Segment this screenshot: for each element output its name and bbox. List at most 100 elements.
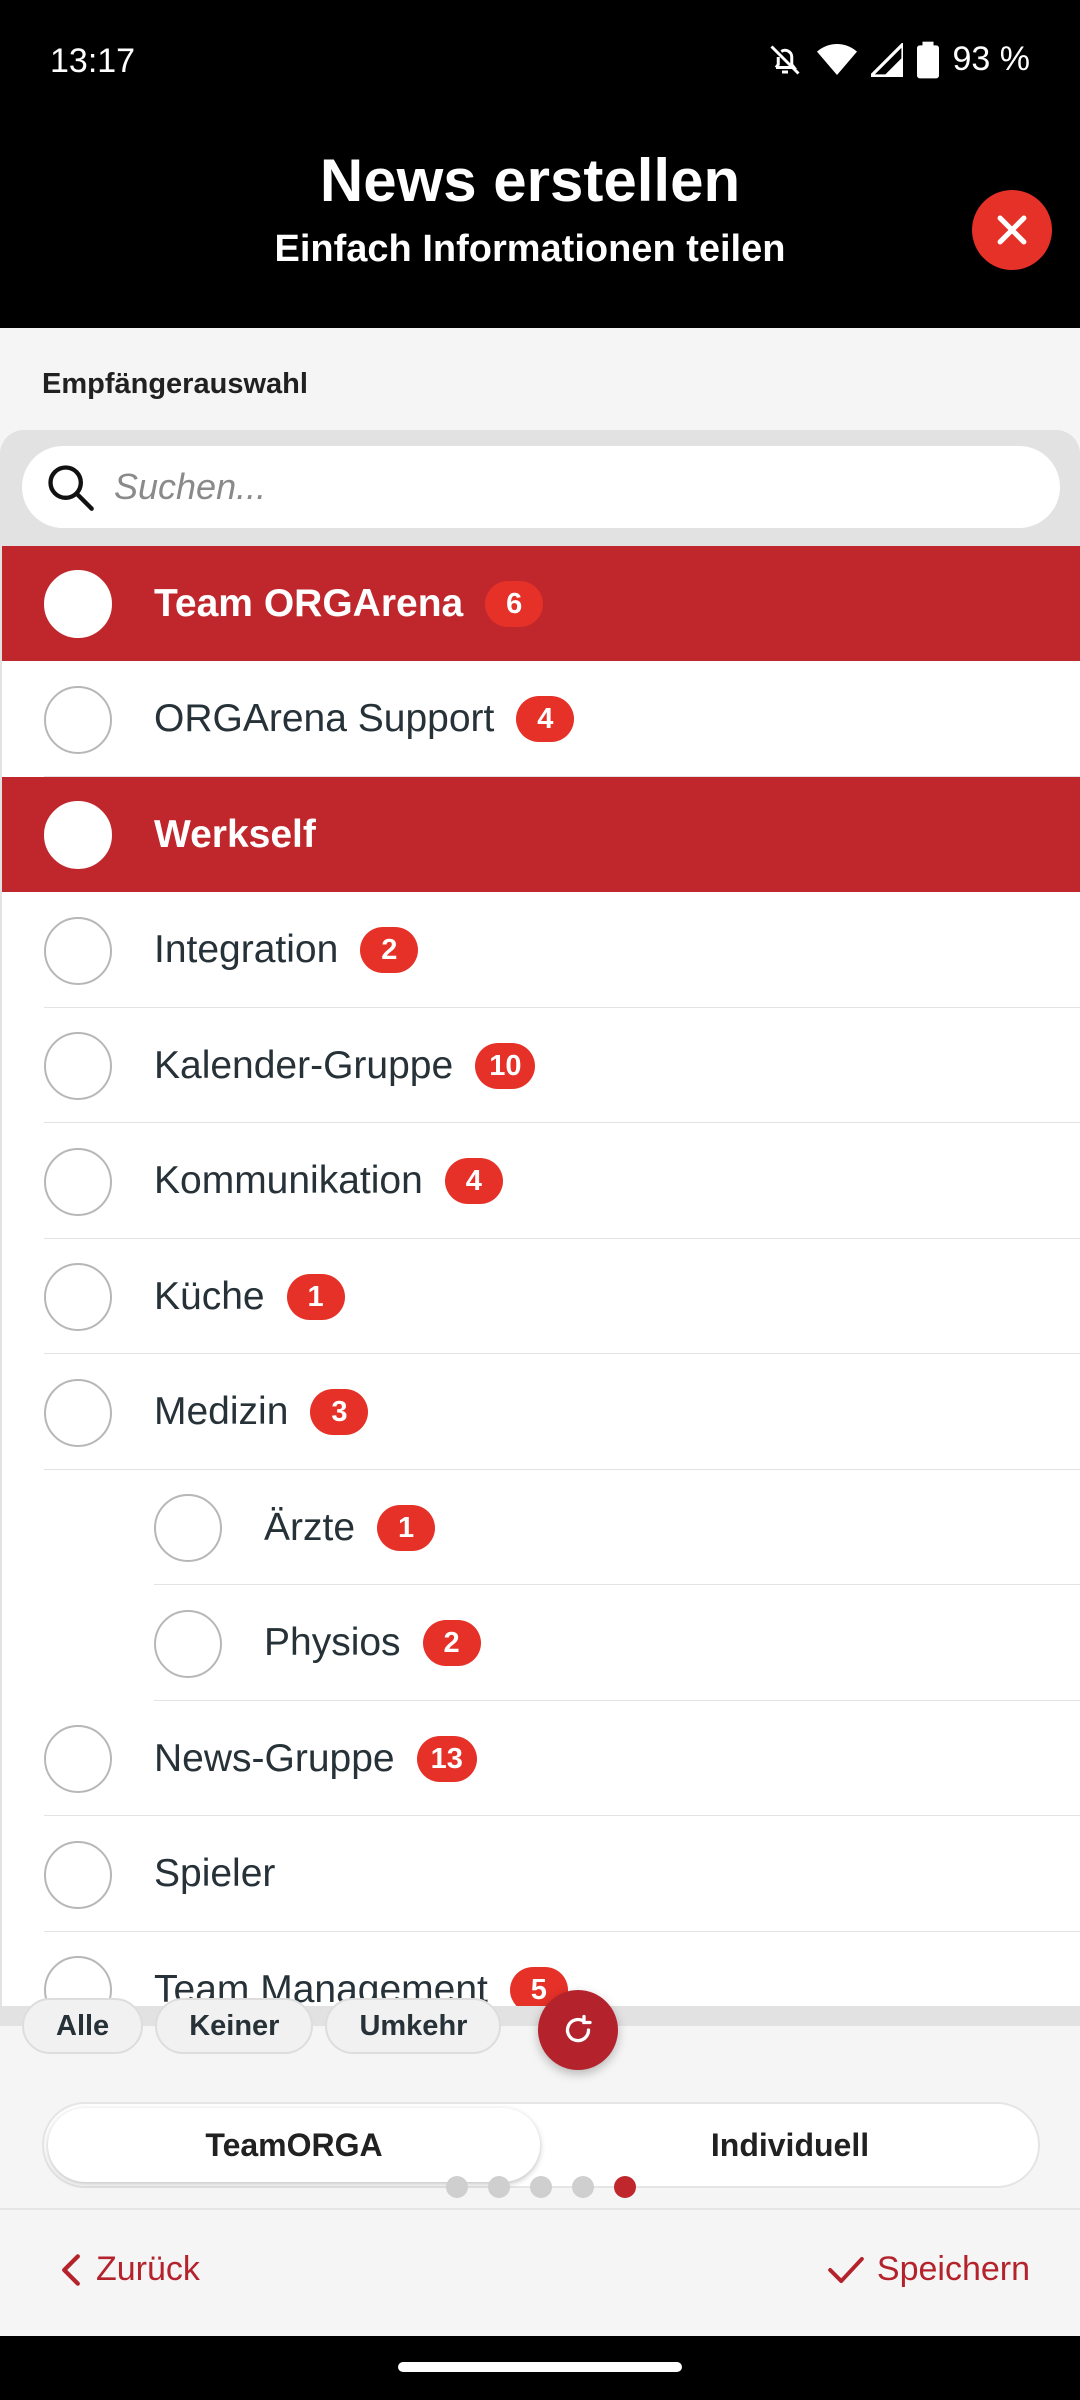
chevron-left-icon <box>62 2253 80 2286</box>
footer-bar: Zurück Speichern <box>0 2208 1080 2336</box>
wifi-icon <box>816 43 857 75</box>
radio-button[interactable] <box>44 1725 112 1793</box>
recipient-name: ORGArena Support <box>154 697 495 740</box>
recipient-row[interactable]: Werkself <box>2 777 1080 892</box>
member-count-badge: 13 <box>416 1735 477 1782</box>
battery-icon <box>916 41 939 78</box>
recipient-row[interactable]: Integration 2 <box>2 893 1080 1008</box>
recipient-panel: Team ORGArena 6 ORGArena Support 4 Werkself I… <box>0 430 1080 2026</box>
recipient-name: Küche <box>154 1274 265 1318</box>
status-bar: 13:17 93 % <box>0 0 1080 130</box>
member-count-badge: 4 <box>444 1158 503 1204</box>
recipient-row[interactable]: Ärzte 1 <box>2 1470 1080 1585</box>
bell-off-icon <box>769 44 800 75</box>
recipient-label: Integration 2 <box>154 893 419 1008</box>
status-icons: 93 % <box>767 40 1031 79</box>
refresh-icon <box>565 2014 592 2043</box>
page-subtitle: Einfach Informationen teilen <box>274 228 786 270</box>
recipient-name: Integration <box>154 928 339 971</box>
select-all-chip[interactable]: Alle <box>22 1998 144 2054</box>
radio-button[interactable] <box>44 801 112 869</box>
back-button[interactable]: Zurück <box>58 2250 200 2289</box>
recipient-list[interactable]: Team ORGArena 6 ORGArena Support 4 Werkself I… <box>2 546 1080 2006</box>
recipient-row[interactable]: Team Management 5 <box>2 1932 1080 2006</box>
recipient-name: Team ORGArena <box>154 581 464 625</box>
page-dot[interactable] <box>446 2176 468 2198</box>
page-dot[interactable] <box>488 2176 510 2198</box>
refresh-button[interactable] <box>538 1990 618 2070</box>
page-title: News erstellen <box>319 147 741 214</box>
recipient-row[interactable]: ORGArena Support 4 <box>2 662 1080 777</box>
page-header: News erstellen Einfach Informationen tei… <box>0 130 1080 328</box>
home-handle[interactable] <box>398 2362 682 2372</box>
radio-button[interactable] <box>44 1032 112 1100</box>
recipient-row[interactable]: Physios 2 <box>2 1586 1080 1701</box>
recipient-label: Team Management 5 <box>154 1932 568 2006</box>
search-input[interactable] <box>114 466 1014 508</box>
search-icon <box>48 465 94 511</box>
member-count-badge: 2 <box>422 1620 481 1666</box>
recipient-label: Physios 2 <box>264 1586 481 1701</box>
signal-icon <box>870 42 903 77</box>
recipients-label: Empfängerauswahl <box>42 368 308 400</box>
recipient-label: Kalender-Gruppe 10 <box>154 1008 536 1123</box>
member-count-badge: 10 <box>475 1042 536 1089</box>
radio-button[interactable] <box>44 916 112 985</box>
radio-button[interactable] <box>44 685 112 754</box>
member-count-badge: 6 <box>485 580 544 627</box>
tab-teamorga[interactable]: TeamORGA <box>48 2108 540 2182</box>
radio-button[interactable] <box>154 1609 222 1678</box>
recipient-name: Kommunikation <box>154 1159 423 1202</box>
recipient-label: Werkself <box>154 777 316 892</box>
save-label: Speichern <box>876 2250 1030 2288</box>
recipient-label: Spieler <box>154 1817 275 1932</box>
recipient-row[interactable]: Medizin 3 <box>2 1355 1080 1470</box>
recipient-label: Team ORGArena 6 <box>154 546 544 661</box>
battery-level: 93 % <box>952 40 1031 78</box>
tab-individual[interactable]: Individuell <box>544 2108 1036 2182</box>
close-button[interactable] <box>972 190 1052 270</box>
check-icon <box>828 2256 864 2283</box>
recipient-row[interactable]: Kalender-Gruppe 10 <box>2 1008 1080 1123</box>
radio-button[interactable] <box>44 1840 112 1909</box>
back-label: Zurück <box>96 2250 200 2288</box>
radio-button[interactable] <box>154 1494 222 1562</box>
navigation-bar <box>0 2336 1080 2400</box>
radio-button[interactable] <box>44 570 112 638</box>
recipient-row[interactable]: Team ORGArena 6 <box>2 546 1080 661</box>
member-count-badge: 1 <box>286 1273 345 1320</box>
radio-button[interactable] <box>44 1263 112 1331</box>
recipient-label: Ärzte 1 <box>264 1470 436 1585</box>
member-count-badge: 4 <box>516 696 575 742</box>
recipient-label: Küche 1 <box>154 1239 345 1354</box>
member-count-badge: 2 <box>360 927 419 973</box>
recipient-label: Medizin 3 <box>154 1355 369 1470</box>
recipient-row[interactable]: Spieler <box>2 1817 1080 1932</box>
close-icon <box>997 215 1027 245</box>
recipient-label: News-Gruppe 13 <box>154 1701 477 1816</box>
recipient-name: News-Gruppe <box>154 1736 395 1780</box>
save-button[interactable]: Speichern <box>827 2250 1030 2289</box>
recipient-label: Kommunikation 4 <box>154 1124 503 1239</box>
recipient-row[interactable]: Küche 1 <box>2 1239 1080 1354</box>
recipient-name: Physios <box>264 1621 401 1664</box>
page-dot[interactable] <box>614 2176 636 2198</box>
invert-selection-chip[interactable]: Umkehr <box>325 1998 502 2054</box>
radio-button[interactable] <box>44 1147 112 1216</box>
recipient-name: Werkself <box>154 812 316 856</box>
recipient-row[interactable]: News-Gruppe 13 <box>2 1701 1080 1816</box>
status-time: 13:17 <box>50 42 136 80</box>
recipient-name: Medizin <box>154 1390 289 1433</box>
member-count-badge: 3 <box>310 1389 369 1435</box>
page-dot[interactable] <box>530 2176 552 2198</box>
recipient-name: Ärzte <box>264 1505 356 1549</box>
page-dot[interactable] <box>572 2176 594 2198</box>
recipient-label: ORGArena Support 4 <box>154 662 575 777</box>
selection-chips: Alle Keiner Umkehr <box>22 1998 502 2054</box>
page-indicator <box>446 2176 636 2198</box>
recipient-name: Kalender-Gruppe <box>154 1043 454 1087</box>
recipient-row[interactable]: Kommunikation 4 <box>2 1124 1080 1239</box>
radio-button[interactable] <box>44 1378 112 1447</box>
select-none-chip[interactable]: Keiner <box>155 1998 314 2054</box>
search-bar[interactable] <box>22 446 1060 528</box>
